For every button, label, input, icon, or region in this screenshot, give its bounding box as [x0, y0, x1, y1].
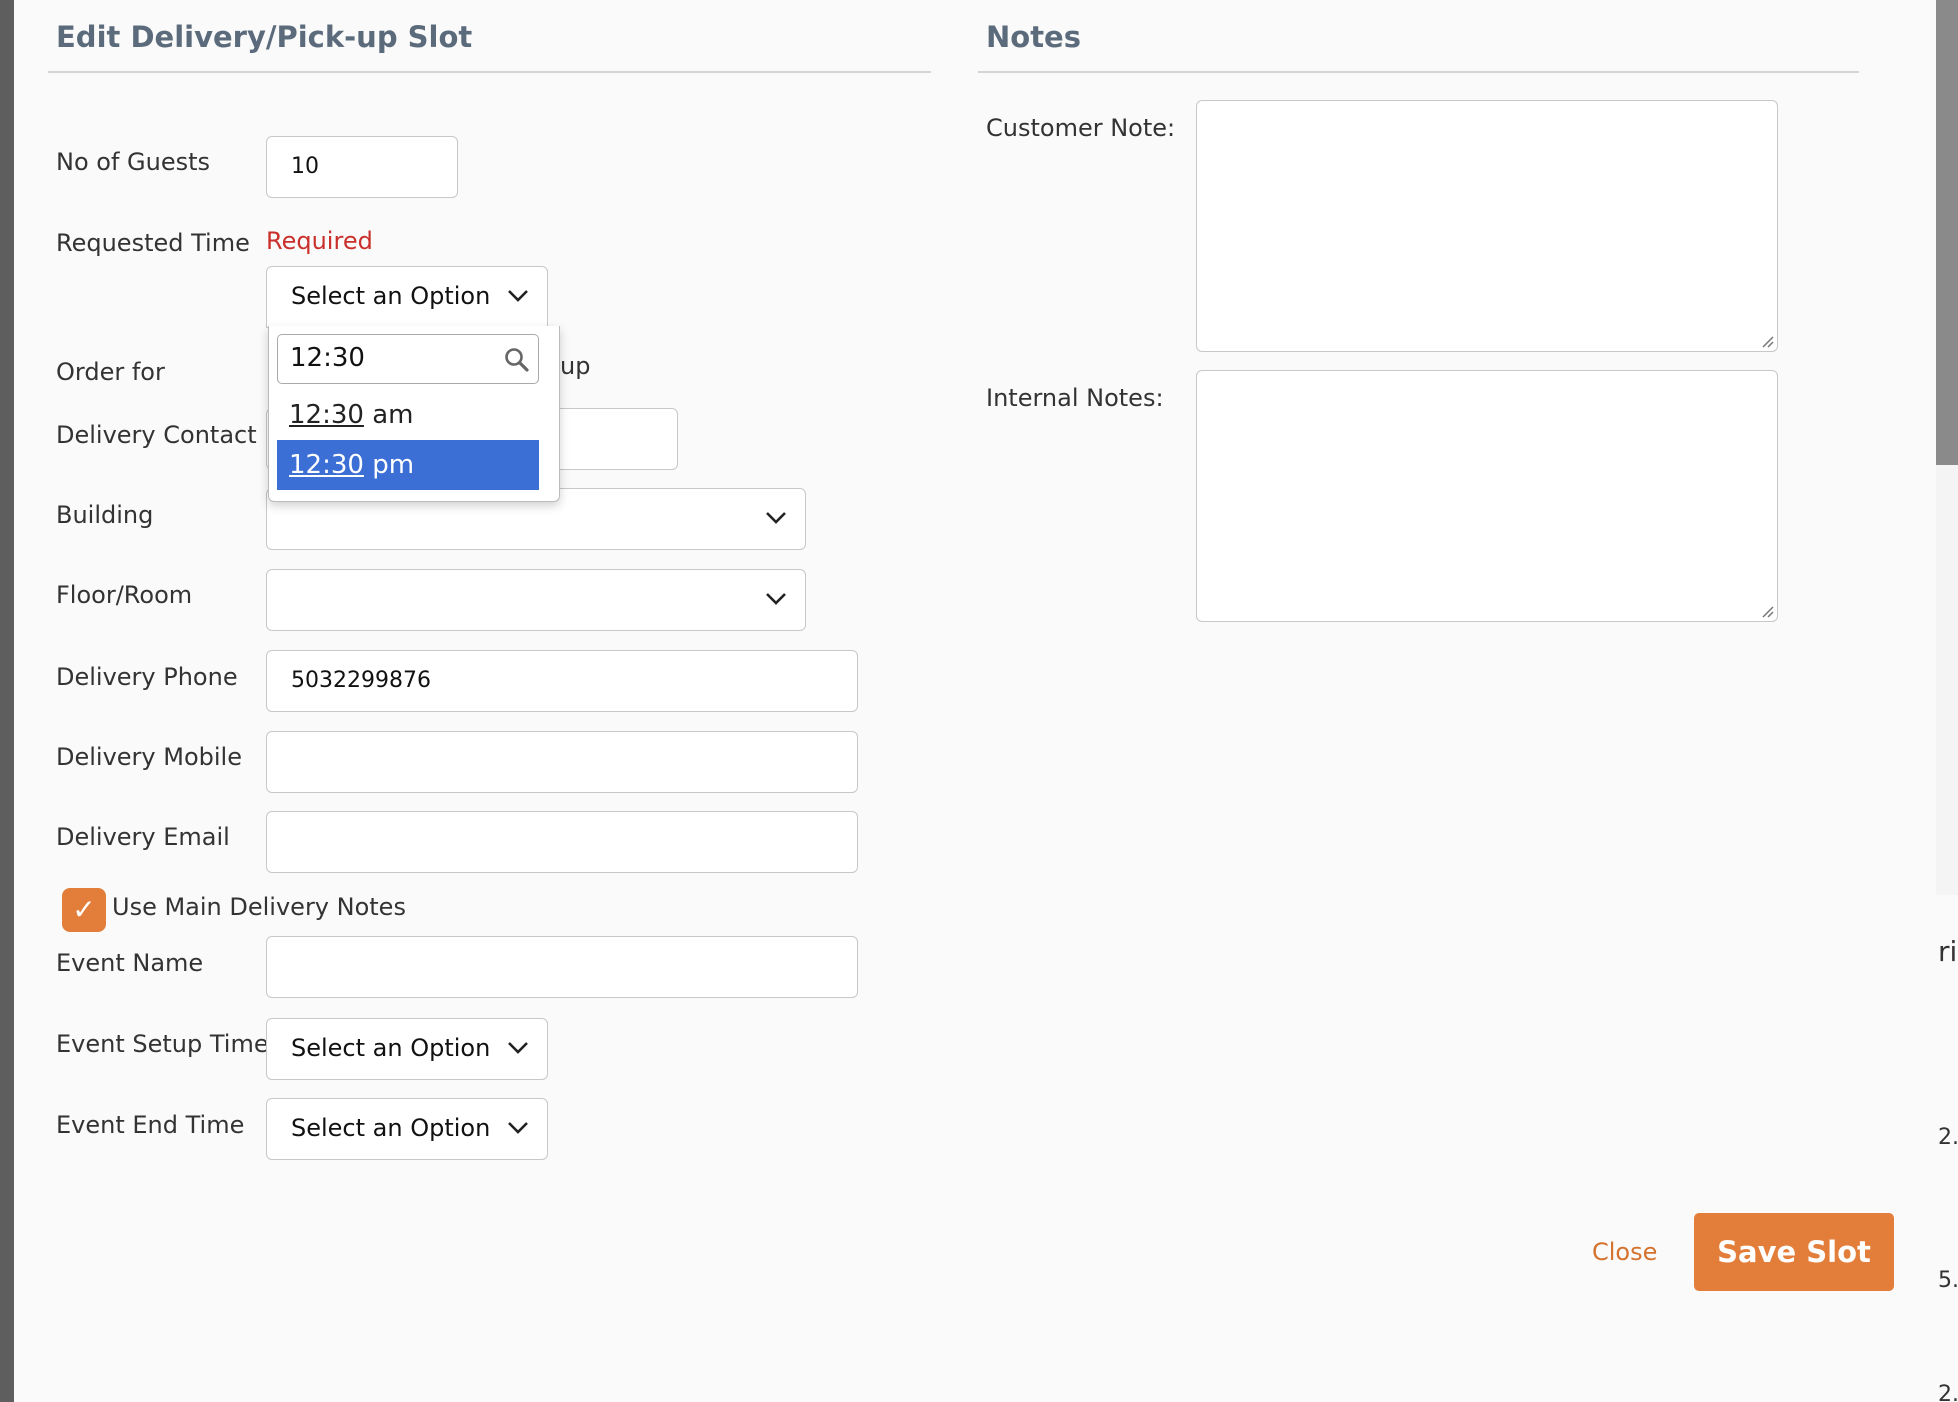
order-for-option-text: up [560, 352, 591, 380]
customer-note-label: Customer Note: [986, 114, 1176, 142]
delivery-mobile-label: Delivery Mobile [56, 743, 242, 771]
resize-grip-icon[interactable] [1760, 334, 1774, 348]
dropdown-option[interactable]: 12:30 am [277, 390, 539, 440]
guests-input[interactable]: 10 [266, 136, 458, 198]
requested-time-value: Select an Option [291, 282, 491, 310]
order-for-label: Order for [56, 358, 165, 386]
delivery-phone-label: Delivery Phone [56, 663, 238, 691]
internal-notes-label: Internal Notes: [986, 384, 1164, 412]
dropdown-option-highlighted[interactable]: 12:30 pm [277, 440, 539, 490]
requested-time-dropdown: 12:30 12:30 am 12:30 pm [268, 326, 560, 502]
background-text: 2. [1938, 1125, 1958, 1150]
event-end-time-value: Select an Option [291, 1114, 491, 1142]
chevron-down-icon [508, 290, 528, 302]
use-main-notes-checkbox[interactable]: ✓ [62, 888, 106, 932]
event-setup-time-value: Select an Option [291, 1034, 491, 1062]
background-panel [1936, 465, 1958, 895]
chevron-down-icon [508, 1122, 528, 1134]
delivery-email-label: Delivery Email [56, 823, 230, 851]
background-text: ric [1938, 935, 1958, 968]
floor-room-label: Floor/Room [56, 581, 193, 609]
required-indicator: Required [266, 227, 373, 255]
event-name-label: Event Name [56, 949, 204, 977]
option-rest-text: pm [363, 450, 415, 480]
delivery-mobile-input[interactable] [266, 731, 858, 793]
chevron-down-icon [766, 593, 786, 605]
use-main-notes-label: Use Main Delivery Notes [112, 893, 406, 921]
edit-slot-modal: Edit Delivery/Pick-up Slot Notes No of G… [14, 0, 1936, 1402]
guests-label: No of Guests [56, 148, 211, 176]
option-match-text: 12:30 [289, 400, 364, 430]
title-divider [48, 71, 931, 73]
background-text: 2. [1938, 1382, 1958, 1402]
dropdown-search-input[interactable]: 12:30 [277, 334, 539, 384]
option-match-text: 12:30 [289, 450, 364, 480]
delivery-email-input[interactable] [266, 811, 858, 873]
background-page-right: ric 2. 5. 2. [1936, 0, 1958, 1402]
requested-time-label: Requested Time [56, 229, 250, 257]
notes-divider [978, 71, 1859, 73]
dropdown-search-value: 12:30 [290, 343, 365, 373]
event-end-time-label: Event End Time [56, 1111, 245, 1139]
building-label: Building [56, 501, 154, 529]
close-link[interactable]: Close [1592, 1238, 1657, 1266]
resize-grip-icon[interactable] [1760, 604, 1774, 618]
modal-title: Edit Delivery/Pick-up Slot [56, 20, 473, 54]
delivery-contact-label: Delivery Contact [56, 421, 257, 449]
background-page-left [0, 0, 14, 1402]
requested-time-select[interactable]: Select an Option [266, 266, 548, 328]
notes-title: Notes [986, 20, 1081, 54]
event-setup-time-select[interactable]: Select an Option [266, 1018, 548, 1080]
save-slot-button[interactable]: Save Slot [1694, 1213, 1894, 1291]
option-rest-text: am [363, 400, 414, 430]
delivery-phone-input[interactable]: 5032299876 [266, 650, 858, 712]
chevron-down-icon [508, 1042, 528, 1054]
search-icon [505, 348, 529, 372]
customer-note-textarea[interactable] [1196, 100, 1778, 352]
background-text: 5. [1938, 1268, 1958, 1293]
event-setup-time-label: Event Setup Time [56, 1030, 269, 1058]
chevron-down-icon [766, 512, 786, 524]
floor-room-select[interactable] [266, 569, 806, 631]
internal-notes-textarea[interactable] [1196, 370, 1778, 622]
event-name-input[interactable] [266, 936, 858, 998]
event-end-time-select[interactable]: Select an Option [266, 1098, 548, 1160]
